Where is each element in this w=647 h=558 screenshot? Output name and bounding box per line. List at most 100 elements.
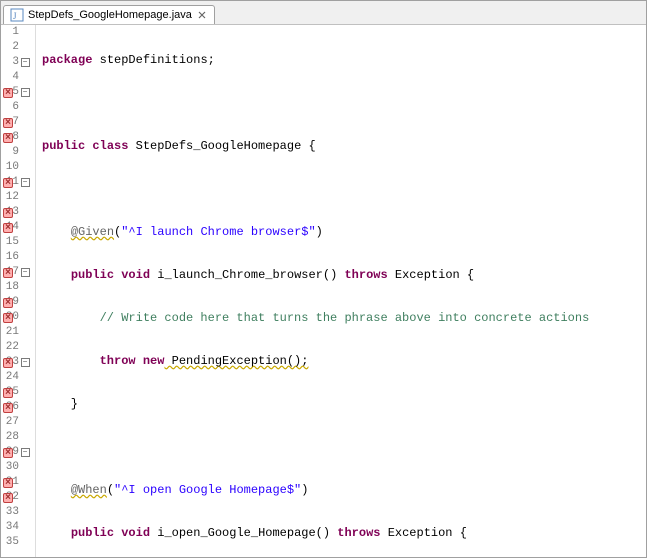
gutter-row: 4 [1, 70, 35, 85]
marker-slot [1, 445, 15, 460]
fold-slot [19, 205, 31, 220]
annotation-given: @Given [71, 225, 114, 239]
keyword-void: void [121, 268, 150, 282]
error-marker-icon[interactable] [3, 478, 13, 488]
gutter-row: 17− [1, 265, 35, 280]
gutter-row: 1 [1, 25, 35, 40]
error-marker-icon[interactable] [3, 298, 13, 308]
fold-slot: − [19, 175, 31, 190]
fold-slot [19, 25, 31, 40]
method-name: i_launch_Chrome_browser() [150, 268, 344, 282]
fold-collapse-icon[interactable]: − [21, 58, 30, 67]
java-file-icon: J [10, 8, 24, 22]
error-marker-icon[interactable] [3, 88, 13, 98]
gutter-row: 20 [1, 310, 35, 325]
marker-slot [1, 160, 15, 175]
marker-slot [1, 355, 15, 370]
gutter-row: 16 [1, 250, 35, 265]
close-icon[interactable] [196, 9, 208, 21]
fold-collapse-icon[interactable]: − [21, 88, 30, 97]
marker-slot [1, 130, 15, 145]
gutter-row: 23− [1, 355, 35, 370]
marker-slot [1, 85, 15, 100]
error-marker-icon[interactable] [3, 388, 13, 398]
keyword-void: void [121, 526, 150, 540]
gutter-row: 6 [1, 100, 35, 115]
fold-collapse-icon[interactable]: − [21, 268, 30, 277]
marker-slot [1, 175, 15, 190]
marker-slot [1, 385, 15, 400]
fold-slot [19, 40, 31, 55]
fold-collapse-icon[interactable]: − [21, 448, 30, 457]
error-marker-icon[interactable] [3, 133, 13, 143]
error-marker-icon[interactable] [3, 448, 13, 458]
error-marker-icon[interactable] [3, 493, 13, 503]
fold-slot [19, 115, 31, 130]
marker-slot [1, 190, 15, 205]
fold-slot [19, 190, 31, 205]
gutter: 123−45−67891011−121314151617−18192021222… [1, 25, 36, 557]
error-marker-icon[interactable] [3, 118, 13, 128]
fold-slot [19, 370, 31, 385]
fold-slot: − [19, 355, 31, 370]
gutter-row: 29− [1, 445, 35, 460]
marker-slot [1, 145, 15, 160]
marker-slot [1, 235, 15, 250]
marker-slot [1, 295, 15, 310]
annotation-when: @When [71, 483, 107, 497]
gutter-row: 9 [1, 145, 35, 160]
fold-slot [19, 160, 31, 175]
marker-slot [1, 55, 15, 70]
class-name: StepDefs_GoogleHomepage { [128, 139, 315, 153]
fold-collapse-icon[interactable]: − [21, 178, 30, 187]
error-marker-icon[interactable] [3, 313, 13, 323]
marker-slot [1, 490, 15, 505]
gutter-row: 11− [1, 175, 35, 190]
fold-slot [19, 490, 31, 505]
gutter-row: 8 [1, 130, 35, 145]
marker-slot [1, 460, 15, 475]
gutter-row: 5− [1, 85, 35, 100]
gutter-row: 32 [1, 490, 35, 505]
fold-slot [19, 415, 31, 430]
fold-slot [19, 475, 31, 490]
keyword-new: new [143, 354, 165, 368]
error-marker-icon[interactable] [3, 268, 13, 278]
marker-slot [1, 250, 15, 265]
fold-collapse-icon[interactable]: − [21, 358, 30, 367]
error-marker-icon[interactable] [3, 178, 13, 188]
gutter-row: 33 [1, 505, 35, 520]
gutter-row: 15 [1, 235, 35, 250]
exception-type: Exception { [381, 526, 467, 540]
marker-slot [1, 310, 15, 325]
marker-slot [1, 280, 15, 295]
keyword-class: class [92, 139, 128, 153]
error-marker-icon[interactable] [3, 223, 13, 233]
fold-slot [19, 325, 31, 340]
gutter-row: 34 [1, 520, 35, 535]
fold-slot [19, 250, 31, 265]
fold-slot [19, 505, 31, 520]
package-name: stepDefinitions; [92, 53, 214, 67]
marker-slot [1, 400, 15, 415]
keyword-public: public [42, 139, 85, 153]
gutter-row: 7 [1, 115, 35, 130]
fold-slot [19, 220, 31, 235]
error-marker-icon[interactable] [3, 208, 13, 218]
error-marker-icon[interactable] [3, 358, 13, 368]
method-name: i_open_Google_Homepage() [150, 526, 337, 540]
editor-tab[interactable]: J StepDefs_GoogleHomepage.java [3, 5, 215, 24]
marker-slot [1, 415, 15, 430]
error-marker-icon[interactable] [3, 403, 13, 413]
exception-type: Exception { [388, 268, 474, 282]
fold-slot [19, 145, 31, 160]
gutter-row: 12 [1, 190, 35, 205]
marker-slot [1, 475, 15, 490]
code-editor[interactable]: 123−45−67891011−121314151617−18192021222… [1, 25, 646, 557]
keyword-throws: throws [337, 526, 380, 540]
svg-text:J: J [13, 11, 17, 21]
fold-slot [19, 280, 31, 295]
code-area[interactable]: package stepDefinitions; public class St… [36, 25, 646, 557]
gutter-row: 3− [1, 55, 35, 70]
fold-slot: − [19, 265, 31, 280]
